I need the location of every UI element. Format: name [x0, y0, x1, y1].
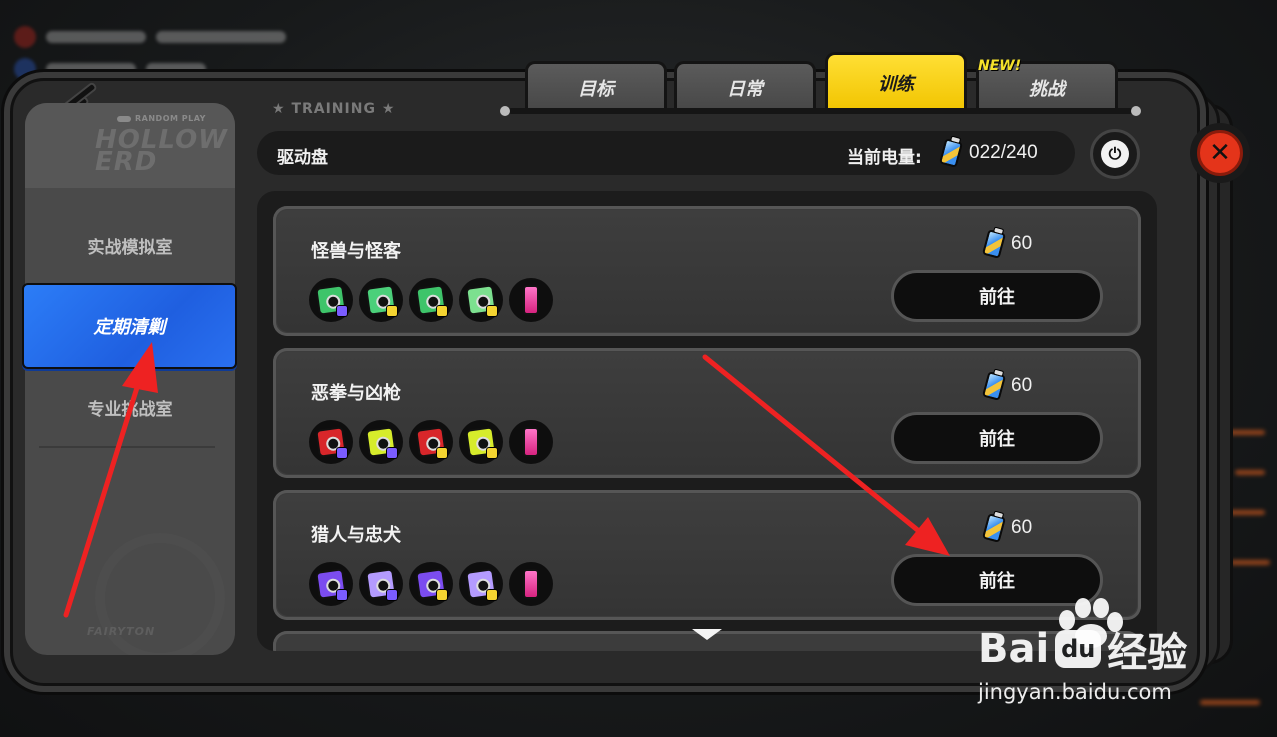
drive-disc-icon — [309, 420, 353, 464]
power-label: 当前电量: — [847, 148, 922, 168]
drive-disc-icon — [409, 278, 453, 322]
drive-disc-icon — [359, 278, 403, 322]
material-can-icon — [509, 278, 553, 322]
card-title: 恶拳与凶枪 — [311, 383, 401, 404]
hollow-logo: HOLLOW ERD — [95, 125, 228, 177]
drop-icons — [309, 562, 553, 606]
sidebar-divider — [39, 446, 215, 448]
tab-goals[interactable]: 目标 — [525, 61, 667, 111]
watermark-jingyan: 经验 — [1107, 630, 1188, 676]
watermark-url: jingyan.baidu.com — [978, 680, 1172, 704]
battery-icon — [938, 138, 964, 168]
sidebar-item-combat-sim[interactable]: 实战模拟室 — [25, 233, 235, 258]
battery-icon — [981, 229, 1007, 259]
watermark-brand: Bai — [978, 626, 1050, 672]
drive-disc-icon — [459, 278, 503, 322]
content-panel: 怪兽与怪客 60 前往 恶拳与凶枪 60 前往 猎人与忠犬 60 前往 — [257, 191, 1157, 651]
card-title: 猎人与忠犬 — [311, 525, 401, 546]
card-title: 怪兽与怪客 — [311, 241, 401, 262]
background-streak — [1230, 560, 1270, 565]
sidebar-item-pro-challenge[interactable]: 专业挑战室 — [25, 395, 235, 420]
drop-icons — [309, 420, 553, 464]
logo-small-text: RANDOM PLAY — [117, 114, 206, 123]
drive-disc-icon — [459, 420, 503, 464]
cost: 60 — [981, 229, 1032, 259]
material-can-icon — [509, 562, 553, 606]
baidu-watermark: Bai du 经验 jingyan.baidu.com — [978, 620, 1187, 704]
power-button[interactable]: ⏻ — [1090, 129, 1140, 179]
drive-disc-icon — [409, 562, 453, 606]
drive-disc-icon — [359, 562, 403, 606]
power-icon: ⏻ — [1101, 140, 1129, 168]
watermark-du: du — [1055, 630, 1102, 668]
drive-disc-icon — [309, 562, 353, 606]
power-value: 022/240 — [969, 142, 1038, 163]
sidebar-footer-logo: FAIRYTON — [87, 625, 156, 638]
tab-training[interactable]: 训练 — [825, 52, 967, 111]
background-notification — [14, 58, 206, 80]
drive-disc-icon — [359, 420, 403, 464]
battery-icon — [981, 371, 1007, 401]
sidebar-logo-area: RANDOM PLAY HOLLOW ERD — [25, 103, 235, 188]
scroll-down-icon[interactable] — [692, 629, 722, 640]
list-item: 猎人与忠犬 60 前往 — [273, 490, 1141, 620]
sidebar: RANDOM PLAY HOLLOW ERD 实战模拟室 专业挑战室 FAIRY… — [25, 103, 235, 655]
sidebar-item-label: 定期清剿 — [93, 317, 166, 338]
header-bar: 驱动盘 当前电量: 022/240 — [257, 131, 1075, 175]
background-streak — [1235, 470, 1265, 475]
drive-disc-icon — [459, 562, 503, 606]
tab-underline — [500, 106, 1141, 116]
cost: 60 — [981, 513, 1032, 543]
section-label: ★ TRAINING ★ — [272, 101, 396, 117]
close-button[interactable]: ✕ — [1190, 123, 1250, 183]
tab-daily[interactable]: 日常 — [674, 61, 816, 111]
cost: 60 — [981, 371, 1032, 401]
close-icon: ✕ — [1197, 130, 1243, 176]
background-streak — [1200, 700, 1260, 705]
list-item: 怪兽与怪客 60 前往 — [273, 206, 1141, 336]
go-button[interactable]: 前往 — [891, 270, 1103, 322]
new-badge: NEW! — [978, 58, 1022, 74]
sidebar-item-routine-cleanup[interactable]: 定期清剿 — [22, 283, 237, 369]
go-button[interactable]: 前往 — [891, 412, 1103, 464]
drive-disc-icon — [309, 278, 353, 322]
material-can-icon — [509, 420, 553, 464]
drop-icons — [309, 278, 553, 322]
drive-disc-icon — [409, 420, 453, 464]
battery-icon — [981, 513, 1007, 543]
page-title: 驱动盘 — [277, 148, 328, 168]
list-item: 恶拳与凶枪 60 前往 — [273, 348, 1141, 478]
background-notification — [14, 26, 286, 48]
